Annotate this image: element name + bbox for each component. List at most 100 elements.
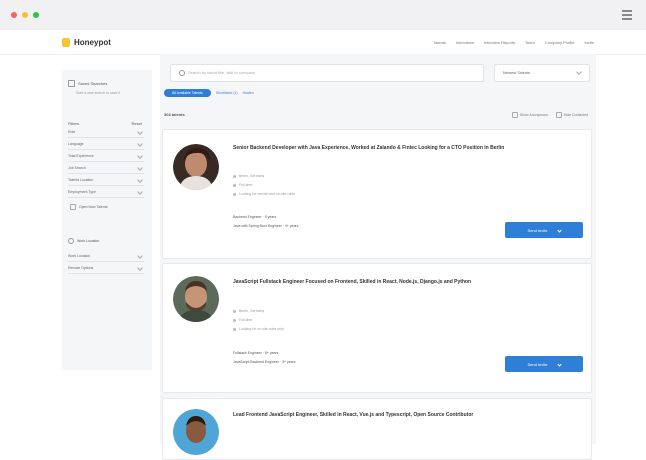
remote-icon (233, 327, 236, 331)
location-pin-icon (233, 174, 236, 178)
filter-label: Remote Options (68, 265, 94, 270)
show-anonymous-checkbox[interactable]: Show Anonymous (511, 112, 548, 118)
maximize-window-icon[interactable] (33, 12, 39, 18)
filter-location[interactable]: Talents Location (68, 174, 144, 186)
close-window-icon[interactable] (11, 12, 17, 18)
filter-label: Total Experience (68, 153, 94, 158)
filters-reset-link[interactable]: Reset (132, 121, 142, 126)
option-label: Show Anonymous (519, 113, 548, 117)
tab-all-talents[interactable]: All Available Talents (164, 89, 211, 97)
avatar-photo-icon (173, 276, 219, 322)
filter-sidebar: Saved Searches Start a new search to sav… (62, 70, 152, 370)
talent-title: Lead Frontend JavaScript Engineer, Skill… (233, 412, 474, 418)
filter-label: Employment Type (68, 189, 96, 194)
send-invite-button[interactable]: Send Invite (505, 222, 583, 238)
chevron-down-icon (137, 128, 143, 135)
hamburger-icon[interactable] (622, 10, 632, 20)
tab-hidden[interactable]: Hidden (243, 91, 254, 95)
work-location-label: Work Location (77, 239, 100, 243)
honeypot-logo-icon (62, 38, 70, 47)
chevron-down-icon (137, 252, 143, 259)
talent-preference: Looking for on-site roles only (233, 327, 284, 331)
filter-job-search[interactable]: Job Search (68, 162, 144, 174)
checkbox-icon (511, 112, 518, 118)
brand-logo[interactable]: Honeypot (62, 38, 111, 47)
talent-employment: Full-time (233, 183, 252, 187)
filter-experience[interactable]: Total Experience (68, 150, 144, 162)
talent-card[interactable]: Senior Backend Developer with Java Exper… (162, 129, 592, 259)
filter-employment[interactable]: Employment Type (68, 186, 144, 198)
nav-link-team[interactable]: Team (525, 40, 535, 45)
results-count: 304 talents (164, 112, 185, 117)
saved-searches-header[interactable]: Saved Searches (68, 80, 152, 87)
open-now-checkbox[interactable]: Open Now Talents (70, 204, 152, 210)
search-placeholder: Search by talent title, skill or company (188, 70, 256, 75)
filter-remote-options[interactable]: Remote Options (68, 262, 144, 274)
talent-title: Senior Backend Developer with Java Exper… (233, 145, 505, 151)
result-options: Show Anonymous Hide Contacted (511, 112, 588, 118)
meta-text: Berlin, Germany (239, 309, 265, 313)
nav-link-invite[interactable]: Invite (584, 40, 594, 45)
talent-experience: Backend Engineer · 5 years (233, 215, 277, 219)
sort-value: Newest Talents (503, 70, 531, 75)
hide-contacted-checkbox[interactable]: Hide Contacted (555, 112, 588, 118)
button-label: Send Invite (527, 361, 548, 367)
avatar (173, 276, 219, 322)
location-pin-icon (68, 238, 74, 244)
meta-text: Looking for remote and on-site roles (239, 192, 296, 196)
nav-link-talents[interactable]: Talents (433, 40, 446, 45)
button-label: Send Invite (527, 227, 548, 233)
window-titlebar (0, 0, 646, 31)
nav-link-company[interactable]: Company Profile (545, 40, 575, 45)
briefcase-icon (233, 318, 236, 322)
location-pin-icon (233, 309, 236, 313)
filters-label: Filters (68, 121, 79, 126)
talent-card[interactable]: JavaScript Fullstack Engineer Focused on… (162, 263, 592, 393)
filter-language[interactable]: Language (68, 138, 144, 150)
chevron-down-icon (137, 140, 143, 147)
chevron-down-icon (576, 69, 582, 75)
main-content: Search by talent title, skill or company… (160, 54, 596, 460)
talent-preference: Looking for remote and on-site roles (233, 192, 295, 196)
chevron-down-icon (556, 361, 562, 367)
chevron-down-icon (556, 227, 562, 233)
filter-label: Language (68, 141, 84, 146)
briefcase-icon (233, 183, 236, 187)
meta-text: Berlin, Germany (239, 174, 265, 178)
meta-text: Looking for on-site roles only (239, 327, 284, 331)
talent-card[interactable]: Lead Frontend JavaScript Engineer, Skill… (162, 398, 592, 460)
tab-shortlisted[interactable]: Shortlisted (1) (216, 91, 238, 95)
search-icon (179, 70, 185, 76)
top-navigation: Honeypot Talents Interviews Interview Re… (0, 30, 646, 55)
search-input[interactable]: Search by talent title, skill or company (170, 64, 484, 82)
saved-searches-hint: Start a new search to save it (76, 91, 121, 95)
checkbox-icon (555, 112, 562, 118)
filter-label: Job Search (68, 165, 86, 170)
avatar-photo-icon (173, 409, 219, 455)
chevron-down-icon (137, 264, 143, 271)
brand-name: Honeypot (74, 38, 111, 47)
nav-link-reports[interactable]: Interview Reports (484, 40, 515, 45)
chevron-down-icon (137, 152, 143, 159)
checkbox-label: Open Now Talents (79, 205, 108, 209)
talent-location: Berlin, Germany (233, 309, 264, 313)
nav-link-interviews[interactable]: Interviews (456, 40, 474, 45)
filter-label: Role (68, 129, 76, 134)
filter-role[interactable]: Role (68, 126, 144, 138)
send-invite-button[interactable]: Send Invite (505, 356, 583, 372)
remote-icon (233, 192, 236, 196)
talent-title: JavaScript Fullstack Engineer Focused on… (233, 279, 472, 285)
meta-text: Full-time (239, 183, 253, 187)
meta-text: Full-time (239, 318, 253, 322)
avatar-photo-icon (173, 144, 219, 190)
minimize-window-icon[interactable] (22, 12, 28, 18)
talent-experience: JavaScript Backend Engineer · 3+ years (233, 360, 296, 364)
result-tabs: All Available Talents Shortlisted (1) Hi… (164, 89, 254, 97)
chevron-down-icon (137, 188, 143, 195)
window-controls (11, 12, 39, 18)
talent-location: Berlin, Germany (233, 174, 264, 178)
talent-employment: Full-time (233, 318, 252, 322)
chevron-down-icon (137, 164, 143, 171)
filter-work-location[interactable]: Work Location (68, 250, 144, 262)
sort-dropdown[interactable]: Newest Talents (494, 64, 590, 82)
